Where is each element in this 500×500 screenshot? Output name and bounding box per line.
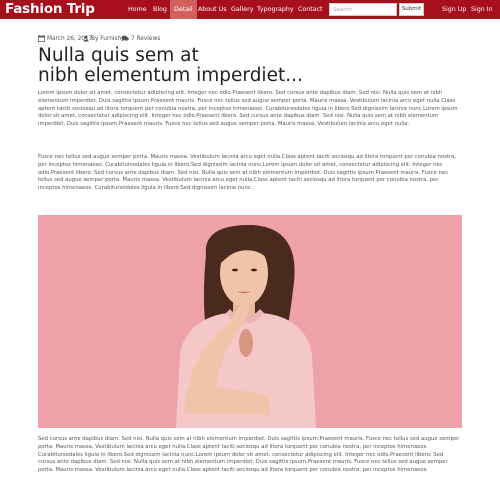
search-submit-button[interactable]: Submit (399, 3, 424, 16)
site-logo[interactable]: Fashion Trip (5, 0, 95, 19)
nav-contact[interactable]: Contact (298, 0, 323, 19)
user-icon (83, 35, 89, 42)
post-author-text[interactable]: By Furnish (91, 36, 121, 42)
post-title: Nulla quis sem at nibh elementum imperdi… (38, 46, 468, 86)
post-reviews: 7 Reviews (121, 35, 160, 44)
nav-home[interactable]: Home (128, 0, 147, 19)
sign-in-link[interactable]: Sign In (471, 0, 493, 19)
woman-portrait-illustration (38, 215, 462, 428)
post-paragraph-2: Fusce nec tellus sed augue semper porta.… (38, 154, 457, 192)
post-paragraph-3: Sed cursus ante dapibus diam. Sed nisi. … (38, 436, 460, 474)
post-reviews-text[interactable]: 7 Reviews (131, 36, 160, 42)
top-navbar: Fashion Trip Home Blog Detail About Us G… (0, 0, 500, 19)
nav-about-us[interactable]: About Us (198, 0, 227, 19)
nav-gallery[interactable]: Gallery (231, 0, 253, 19)
post-author: By Furnish (83, 35, 121, 44)
nav-blog[interactable]: Blog (153, 0, 167, 19)
post-paragraph-1: Lorem ipsum dolor sit amet, consectetur … (38, 90, 458, 128)
search-input[interactable] (329, 3, 397, 16)
comments-icon (121, 35, 129, 42)
sign-up-link[interactable]: Sign Up (442, 0, 466, 19)
post-featured-image (38, 215, 462, 428)
nav-detail[interactable]: Detail (170, 0, 197, 19)
nav-typography[interactable]: Typography (257, 0, 294, 19)
post-title-line-1: Nulla quis sem at (38, 45, 199, 66)
calendar-icon (38, 35, 45, 42)
post-title-line-2: nibh elementum imperdiet... (38, 65, 303, 86)
